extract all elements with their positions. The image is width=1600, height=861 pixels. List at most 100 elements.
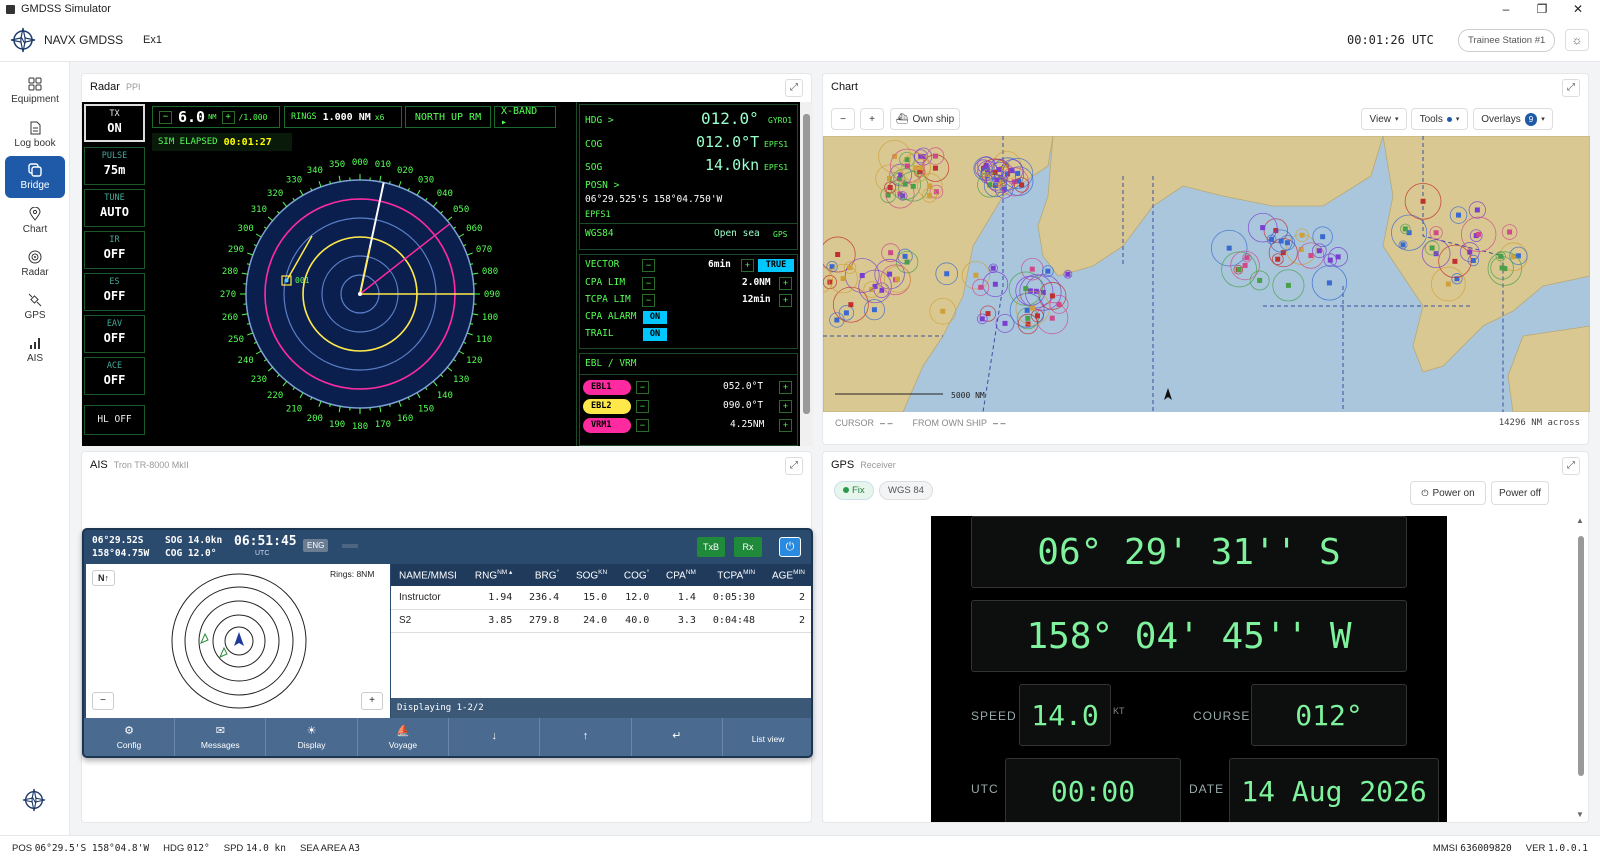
theme-toggle-button[interactable]: ☼ <box>1565 29 1589 51</box>
vrm1-increase-button[interactable]: + <box>779 419 792 432</box>
cpa-limit-decrease-button[interactable]: − <box>642 277 655 290</box>
gps-expand-button[interactable]: ⤢ <box>1562 457 1580 475</box>
app-window-icon <box>6 4 15 14</box>
ais-zoom-in-button[interactable]: + <box>361 692 383 710</box>
ais-softkey[interactable]: ✉ Messages <box>175 718 267 756</box>
ace-button[interactable]: ACE OFF <box>84 357 145 395</box>
tx-button[interactable]: TX ON <box>84 104 145 142</box>
power-off-button[interactable]: Power off <box>1491 481 1549 505</box>
pulse-button[interactable]: PULSE 75m <box>84 147 145 185</box>
gps-scrollbar[interactable]: ▲ ▼ <box>1575 516 1587 822</box>
ais-column-header[interactable]: CPANM <box>657 564 704 586</box>
trail-toggle[interactable]: ON <box>643 328 667 341</box>
eav-button[interactable]: EAV OFF <box>84 315 145 353</box>
hl-off-button[interactable]: HL OFF <box>84 405 145 435</box>
cpa-alarm-toggle[interactable]: ON <box>643 311 667 324</box>
bearing-tick <box>424 387 428 391</box>
language-button[interactable]: ENG <box>303 539 329 552</box>
ais-cog: COG 12.0° <box>165 548 217 559</box>
nav-chart-label: Chart <box>22 224 48 235</box>
maximize-button[interactable]: ❐ <box>1522 0 1562 18</box>
scroll-down-icon[interactable]: ▼ <box>1576 810 1584 819</box>
ais-softkey[interactable]: ⚙ Config <box>84 718 175 756</box>
own-ship-button[interactable]: ⛴ Own ship <box>890 108 960 130</box>
nav-equipment[interactable]: Equipment <box>5 70 65 112</box>
tcpa-limit-decrease-button[interactable]: − <box>642 294 655 307</box>
north-up-button[interactable]: N↑ <box>92 570 115 586</box>
vector-increase-button[interactable]: + <box>741 259 754 272</box>
es-label: ES <box>109 277 120 287</box>
ais-target-plot[interactable] <box>164 566 314 716</box>
ais-target-row[interactable]: Instructor 1.94 236.4 15.0 12.0 1.4 0:05:30 2 <box>391 586 811 610</box>
power-on-label: Power on <box>1432 487 1475 499</box>
radar-ppi-display[interactable]: 000 010 020 030040050 060 070 080 090 100 110 120 1… <box>195 142 525 442</box>
station-badge[interactable]: Trainee Station #1 <box>1458 29 1556 52</box>
ir-button[interactable]: IR OFF <box>84 231 145 269</box>
ais-column-header[interactable]: NAME/MMSI <box>391 564 466 586</box>
orientation-mode-button[interactable]: NORTH UP RM <box>405 106 491 128</box>
radar-scrollbar[interactable] <box>800 102 813 446</box>
chart-zoom-in-button[interactable]: + <box>860 108 884 130</box>
ais-softkey[interactable]: ↑ <box>541 718 632 756</box>
vector-mode-button[interactable]: TRUE <box>758 259 794 272</box>
datum-source: GPS <box>773 230 788 239</box>
nav-ais[interactable]: AIS <box>5 329 65 371</box>
tools-menu-button[interactable]: Tools ▾ <box>1411 108 1468 130</box>
vrm1-pill[interactable]: VRM1 <box>583 418 631 433</box>
scroll-up-icon[interactable]: ▲ <box>1576 516 1584 525</box>
ebl2-decrease-button[interactable]: − <box>636 400 649 413</box>
ebl1-pill[interactable]: EBL1 <box>583 380 631 395</box>
ais-column-header[interactable]: RNGNM ▴ <box>466 564 521 586</box>
ebl1-decrease-button[interactable]: − <box>636 381 649 394</box>
nav-bridge[interactable]: Bridge <box>5 156 65 198</box>
nav-chart[interactable]: Chart <box>5 200 65 242</box>
view-menu-button[interactable]: View ▾ <box>1361 108 1407 130</box>
cpa-limit-increase-button[interactable]: + <box>779 277 792 290</box>
range-increase-button[interactable]: + <box>221 110 235 124</box>
ais-column-header[interactable]: TCPAMIN <box>703 564 764 586</box>
chart-expand-button[interactable]: ⤢ <box>1562 79 1580 97</box>
range-decrease-button[interactable]: − <box>159 110 172 124</box>
ais-softkey[interactable]: ☀ Display <box>267 718 358 756</box>
vrm1-decrease-button[interactable]: − <box>636 419 649 432</box>
station-marker <box>932 153 938 159</box>
nav-log-book[interactable]: Log book <box>5 114 65 156</box>
band-button[interactable]: X-BAND ▸ <box>494 106 556 128</box>
tcpa-limit-increase-button[interactable]: + <box>779 294 792 307</box>
app-name: NAVX GMDSS <box>44 33 124 47</box>
ebl2-pill[interactable]: EBL2 <box>583 399 631 414</box>
rings-control[interactable]: RINGS 1.000 NM x6 <box>284 106 402 128</box>
es-button[interactable]: ES OFF <box>84 273 145 311</box>
station-marker <box>1024 307 1030 313</box>
ais-softkey[interactable]: ↵ <box>632 718 723 756</box>
ais-zoom-out-button[interactable]: − <box>92 692 114 710</box>
ebl1-increase-button[interactable]: + <box>779 381 792 394</box>
ais-power-button[interactable]: ⏻ <box>779 537 801 557</box>
hdg-label[interactable]: HDG > <box>585 115 614 126</box>
nav-gps[interactable]: GPS <box>5 286 65 328</box>
chart-title: Chart <box>831 81 858 93</box>
power-on-button[interactable]: ⏻ Power on <box>1410 481 1486 505</box>
ais-column-header[interactable]: BRG° <box>520 564 568 586</box>
nav-radar[interactable]: Radar <box>5 243 65 285</box>
chart-zoom-out-button[interactable]: − <box>831 108 855 130</box>
ais-column-header[interactable]: AGEMIN <box>763 564 811 586</box>
ais-column-header[interactable]: SOGKN <box>567 564 616 586</box>
minimize-button[interactable]: – <box>1486 0 1526 18</box>
ais-column-header[interactable]: COG° <box>615 564 658 586</box>
vector-decrease-button[interactable]: − <box>642 259 655 272</box>
overlays-menu-button[interactable]: Overlays 9 ▾ <box>1473 108 1553 130</box>
ais-softkey[interactable]: ↓ <box>449 718 541 756</box>
ebl2-increase-button[interactable]: + <box>779 400 792 413</box>
posn-label[interactable]: POSN > <box>585 180 619 191</box>
radar-expand-button[interactable]: ⤢ <box>785 79 803 97</box>
ais-softkey[interactable]: List view <box>723 718 811 756</box>
ais-softkey[interactable]: ⛵ Voyage <box>358 718 449 756</box>
radar-scrollbar-thumb[interactable] <box>803 114 810 414</box>
tune-button[interactable]: TUNE AUTO <box>84 189 145 227</box>
ais-expand-button[interactable]: ⤢ <box>785 457 803 475</box>
chart-map[interactable]: 5000 NM <box>823 136 1590 412</box>
ais-target-row[interactable]: S2 3.85 279.8 24.0 40.0 3.3 0:04:48 2 <box>391 609 811 633</box>
close-button[interactable]: ✕ <box>1558 0 1598 18</box>
gps-scrollbar-thumb[interactable] <box>1578 536 1584 776</box>
